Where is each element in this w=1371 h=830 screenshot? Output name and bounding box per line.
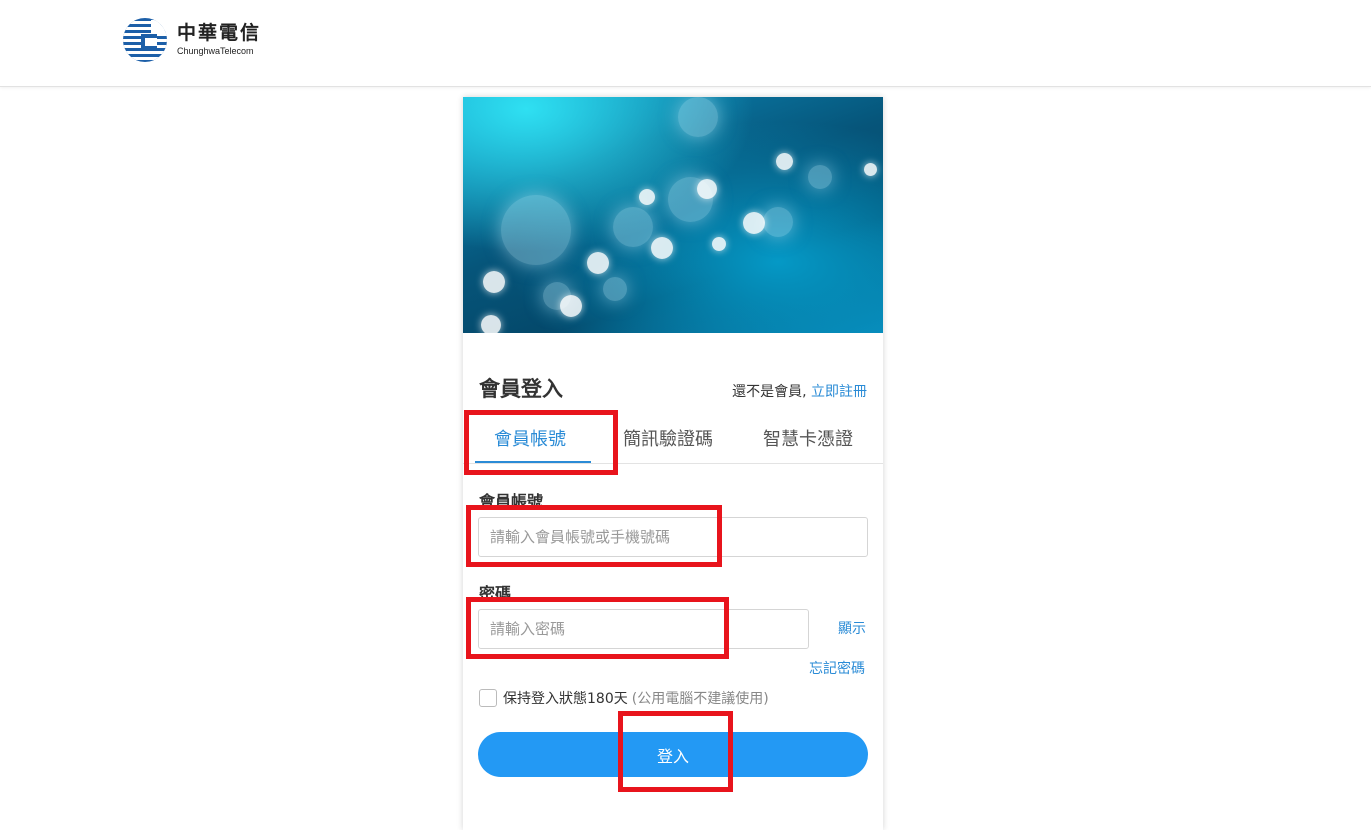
remember-me-checkbox[interactable] xyxy=(479,689,497,707)
login-card: 會員登入 還不是會員, 立即註冊 會員帳號 簡訊驗證碼 智慧卡憑證 會員帳號 密… xyxy=(463,97,883,830)
password-label: 密碼 xyxy=(479,584,512,603)
chunghwa-logo[interactable]: 中華電信 ChunghwaTelecom xyxy=(121,16,261,64)
register-prompt-text: 還不是會員, xyxy=(732,384,807,400)
account-input[interactable] xyxy=(478,517,868,557)
register-link[interactable]: 立即註冊 xyxy=(811,384,867,400)
remember-me-label: 保持登入狀態180天 xyxy=(503,691,628,707)
register-prompt: 還不是會員, 立即註冊 xyxy=(732,381,867,401)
login-method-tabs: 會員帳號 簡訊驗證碼 智慧卡憑證 xyxy=(463,419,883,464)
tab-member-account[interactable]: 會員帳號 xyxy=(494,425,566,451)
active-tab-indicator xyxy=(475,461,591,463)
forgot-password-link[interactable]: 忘記密碼 xyxy=(809,658,865,678)
tab-smart-card[interactable]: 智慧卡憑證 xyxy=(763,425,853,451)
account-label: 會員帳號 xyxy=(479,492,544,511)
password-input[interactable] xyxy=(478,609,809,649)
page-title: 會員登入 xyxy=(479,377,563,401)
login-button[interactable]: 登入 xyxy=(478,732,868,777)
tab-sms-code[interactable]: 簡訊驗證碼 xyxy=(623,425,713,451)
logo-english-name: ChunghwaTelecom xyxy=(177,46,254,56)
remember-me[interactable]: 保持登入狀態180天 (公用電腦不建議使用) xyxy=(479,688,769,708)
chunghwa-logo-icon xyxy=(123,18,167,62)
logo-chinese-name: 中華電信 xyxy=(177,22,262,44)
logo-text: 中華電信 ChunghwaTelecom xyxy=(177,24,261,56)
remember-me-note: (公用電腦不建議使用) xyxy=(631,691,769,707)
banner-image xyxy=(463,97,883,333)
show-password-button[interactable]: 顯示 xyxy=(838,618,866,638)
top-header: 中華電信 ChunghwaTelecom xyxy=(0,0,1371,87)
